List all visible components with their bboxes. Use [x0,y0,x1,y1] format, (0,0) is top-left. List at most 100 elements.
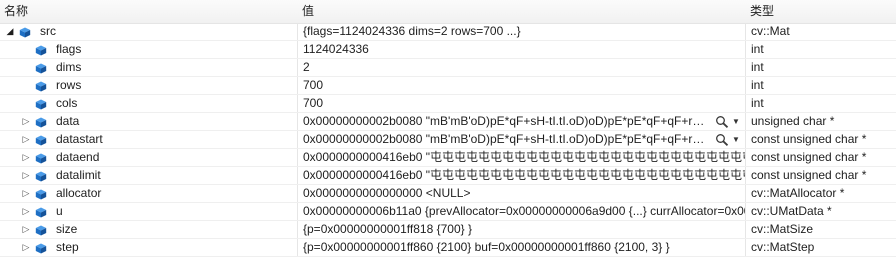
variable-name: datalimit [56,168,101,182]
variable-name: u [56,204,63,218]
expand-triangle-icon[interactable]: ▷ [20,203,32,220]
tree-row-dims[interactable]: dims 2 int [0,59,896,77]
value-cell[interactable]: {p=0x00000000001ff860 {2100} buf=0x00000… [298,239,746,256]
type-cell: const unsigned char * [751,150,867,164]
tree-row-datastart[interactable]: ▷ datastart 0x00000000002b0080 "mB'mB'oD)p… [0,131,896,149]
variable-value[interactable]: {flags=1124024336 dims=2 rows=700 ...} [303,23,521,40]
watch-window: 名称 值 类型 ◢ src {flags=1124024336 dims=2 row… [0,0,896,257]
value-cell[interactable]: 0x00000000002b0080 "mB'mB'oD)pE*qF+sH-tI… [298,113,746,130]
variable-value[interactable]: 700 [303,77,323,94]
value-cell[interactable]: 700 [298,95,746,112]
name-cell: cols [0,95,298,112]
value-cell[interactable]: {flags=1124024336 dims=2 rows=700 ...} [298,23,746,40]
magnifier-icon[interactable] [715,115,729,128]
variable-name: cols [56,96,78,110]
value-cell[interactable]: 0x0000000000416eb0 "屯屯屯屯屯屯屯屯屯屯屯屯屯屯屯屯屯屯屯屯… [298,149,746,166]
dropdown-arrow-icon[interactable]: ▼ [731,113,741,130]
tree-row-flags[interactable]: flags 1124024336 int [0,41,896,59]
tree-row-src[interactable]: ◢ src {flags=1124024336 dims=2 rows=700 ..… [0,23,896,41]
tree-row-step[interactable]: ▷ step {p=0x00000000001ff860 {2100} buf=0x… [0,239,896,257]
name-cell: ▷ datastart [0,131,298,148]
expand-triangle-icon[interactable]: ▷ [20,149,32,166]
tree-row-u[interactable]: ▷ u 0x00000000006b11a0 {prevAllocator=0x00… [0,203,896,221]
type-cell: int [751,96,764,110]
collapse-triangle-icon[interactable]: ◢ [4,23,16,40]
name-cell: dims [0,59,298,76]
field-cube-icon [35,188,47,200]
expand-triangle-icon[interactable]: ▷ [20,185,32,202]
variable-value[interactable]: {p=0x00000000001ff818 {700} } [303,221,472,238]
name-cell: flags [0,41,298,58]
value-cell[interactable]: 1124024336 [298,41,746,58]
expand-triangle-icon[interactable]: ▷ [20,113,32,130]
tree-row-size[interactable]: ▷ size {p=0x00000000001ff818 {700} } cv::Ma… [0,221,896,239]
expand-triangle-icon[interactable]: ▷ [20,221,32,238]
value-cell[interactable]: 2 [298,59,746,76]
value-cell[interactable]: {p=0x00000000001ff818 {700} } [298,221,746,238]
name-cell: ▷ datalimit [0,167,298,184]
type-cell: int [751,60,764,74]
header-name[interactable]: 名称 [0,0,298,23]
variable-value[interactable]: 0x0000000000416eb0 "屯屯屯屯屯屯屯屯屯屯屯屯屯屯屯屯屯屯屯屯… [303,167,745,184]
name-cell: ▷ step [0,239,298,256]
variable-name: dataend [56,150,100,164]
type-cell: cv::MatAllocator * [751,186,845,200]
field-cube-icon [35,206,47,218]
field-cube-icon [35,98,47,110]
field-cube-icon [35,116,47,128]
type-cell: int [751,78,764,92]
field-cube-icon [35,224,47,236]
variable-name: data [56,114,80,128]
expand-triangle-icon[interactable]: ▷ [20,167,32,184]
type-cell: unsigned char * [751,114,835,128]
field-cube-icon [35,62,47,74]
variable-value[interactable]: 0x00000000002b0080 "mB'mB'oD)pE*qF+sH-tI… [303,113,713,130]
variable-name: dims [56,60,82,74]
tree-row-data[interactable]: ▷ data 0x00000000002b0080 "mB'mB'oD)pE*qF+… [0,113,896,131]
value-cell[interactable]: 0x00000000002b0080 "mB'mB'oD)pE*qF+sH-tI… [298,131,746,148]
tree-row-dataend[interactable]: ▷ dataend 0x0000000000416eb0 "屯屯屯屯屯屯屯屯屯屯屯屯… [0,149,896,167]
variable-name: rows [56,78,82,92]
type-cell: cv::MatStep [751,240,815,254]
type-cell: cv::UMatData * [751,204,832,218]
expand-triangle-icon[interactable]: ▷ [20,239,32,256]
variable-value[interactable]: 700 [303,95,323,112]
variable-name: step [56,240,79,254]
name-cell: ▷ allocator [0,185,298,202]
variable-name: size [56,222,78,236]
header-type[interactable]: 类型 [746,0,896,23]
field-cube-icon [35,170,47,182]
type-cell: int [751,42,764,56]
name-cell: ▷ u [0,203,298,220]
value-cell[interactable]: 700 [298,77,746,94]
field-cube-icon [35,134,47,146]
variable-value[interactable]: 1124024336 [303,41,369,58]
expand-triangle-icon[interactable]: ▷ [20,131,32,148]
field-cube-icon [19,26,31,38]
name-cell: ▷ size [0,221,298,238]
name-cell: ◢ src [0,23,298,40]
tree-row-rows[interactable]: rows 700 int [0,77,896,95]
field-cube-icon [35,80,47,92]
type-cell: cv::MatSize [751,222,814,236]
dropdown-arrow-icon[interactable]: ▼ [731,131,741,148]
variable-value[interactable]: 0x00000000006b11a0 {prevAllocator=0x0000… [303,203,745,220]
magnifier-icon[interactable] [715,133,729,146]
name-cell: rows [0,77,298,94]
variable-name: src [40,24,56,38]
variable-value[interactable]: {p=0x00000000001ff860 {2100} buf=0x00000… [303,239,670,256]
header-value[interactable]: 值 [298,0,746,23]
value-cell[interactable]: 0x00000000006b11a0 {prevAllocator=0x0000… [298,203,746,220]
value-cell[interactable]: 0x0000000000000000 <NULL> [298,185,746,202]
column-header: 名称 值 类型 [0,0,896,24]
variable-value[interactable]: 0x0000000000416eb0 "屯屯屯屯屯屯屯屯屯屯屯屯屯屯屯屯屯屯屯屯… [303,149,745,166]
tree-row-datalimit[interactable]: ▷ datalimit 0x0000000000416eb0 "屯屯屯屯屯屯屯屯屯屯… [0,167,896,185]
variable-value[interactable]: 0x00000000002b0080 "mB'mB'oD)pE*qF+sH-tI… [303,131,713,148]
variable-name: allocator [56,186,102,200]
type-cell: const unsigned char * [751,132,867,146]
tree-row-cols[interactable]: cols 700 int [0,95,896,113]
variable-value[interactable]: 2 [303,59,310,76]
variable-value[interactable]: 0x0000000000000000 <NULL> [303,185,470,202]
tree-row-allocator[interactable]: ▷ allocator 0x0000000000000000 <NULL> cv::M… [0,185,896,203]
value-cell[interactable]: 0x0000000000416eb0 "屯屯屯屯屯屯屯屯屯屯屯屯屯屯屯屯屯屯屯屯… [298,167,746,184]
